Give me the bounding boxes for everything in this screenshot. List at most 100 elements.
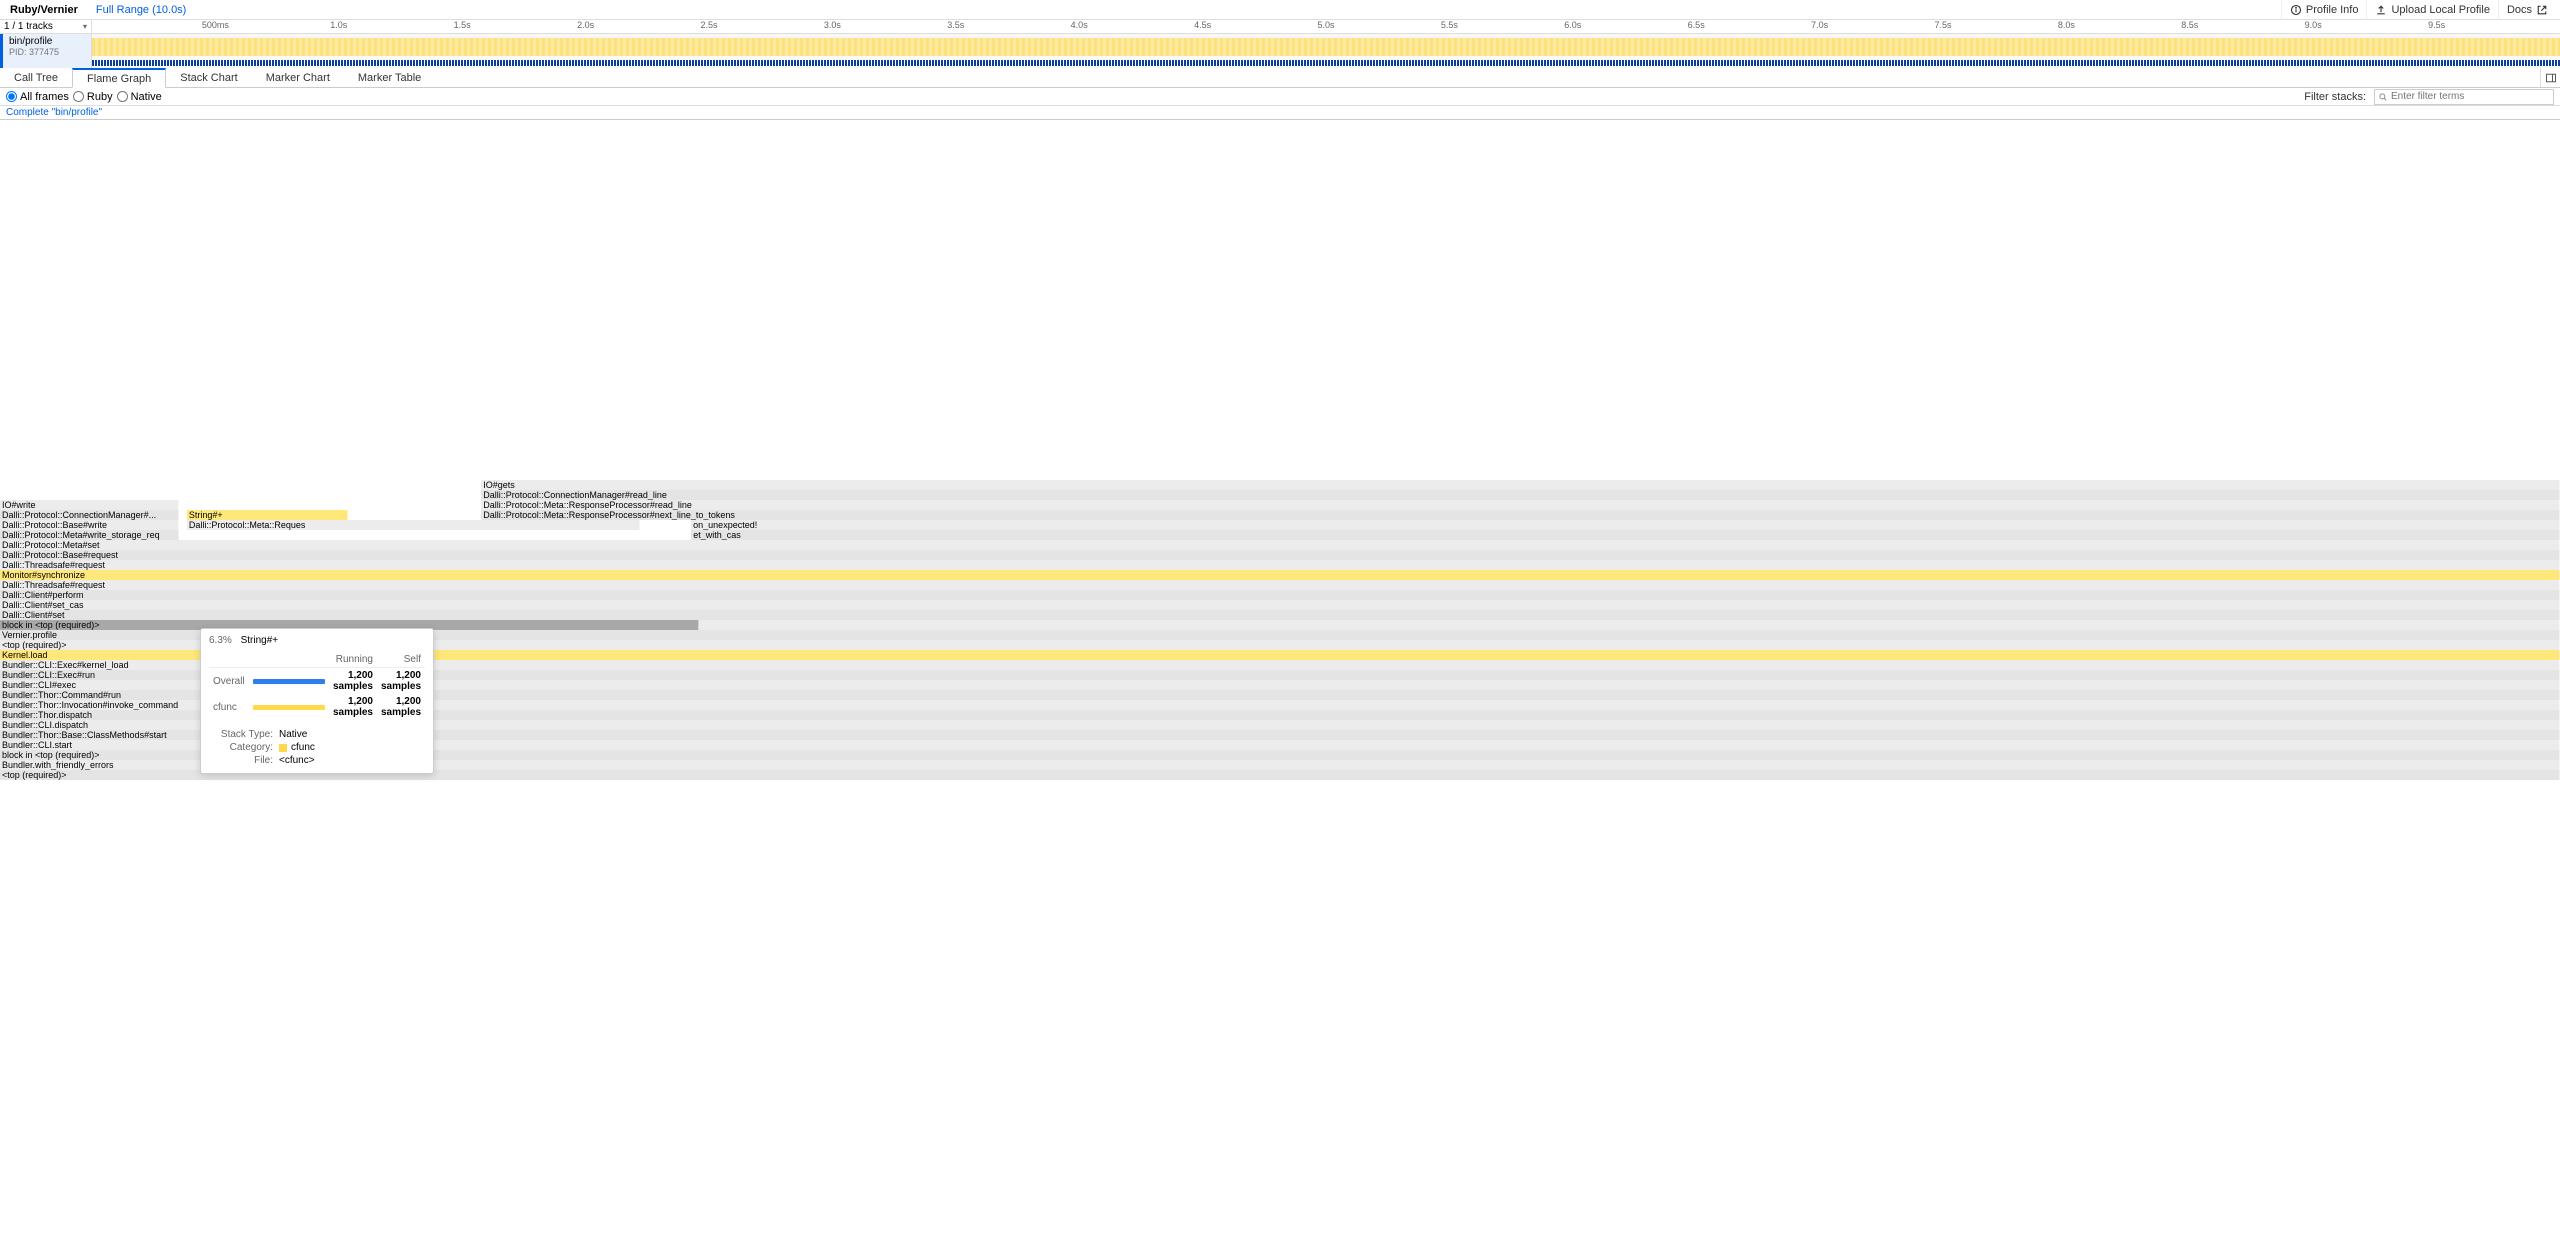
flame-row: IO#write Dalli::Protocol::Meta::ResponseP… (0, 500, 2560, 510)
flame-frame[interactable]: Dalli::Protocol::ConnectionManager#read_… (481, 490, 2560, 500)
flame-frame[interactable]: Dalli::Client#perform (0, 590, 2560, 600)
sidebar-toggle-button[interactable] (2540, 68, 2560, 87)
ruler-tick: 5.5s (1441, 20, 1458, 30)
ruler-tick: 9.0s (2305, 20, 2322, 30)
flame-row: Dalli::Threadsafe#request (0, 560, 2560, 570)
filter-radio[interactable] (117, 91, 128, 102)
flame-frame[interactable]: Dalli::Protocol::Base#write (0, 520, 179, 530)
ruler-tick: 7.0s (1811, 20, 1828, 30)
filter-row: All frames Ruby Native Filter stacks: (0, 88, 2560, 106)
ruler-tick: 6.5s (1688, 20, 1705, 30)
filter-stacks-label: Filter stacks: (2304, 91, 2366, 103)
ruler-tick: 3.5s (947, 20, 964, 30)
activity-band (92, 38, 2560, 56)
tooltip-row: Overall1,200 samples1,200 samples (209, 668, 425, 695)
ruler-tick: 8.0s (2058, 20, 2075, 30)
chevron-down-icon: ▾ (83, 22, 87, 31)
flame-row: Dalli::Client#perform (0, 590, 2560, 600)
flame-frame[interactable]: Dalli::Client#set (0, 610, 2560, 620)
ruler-tick: 500ms (202, 20, 229, 30)
ruler-tick: 4.5s (1194, 20, 1211, 30)
ruler-tick: 1.5s (454, 20, 471, 30)
flame-frame[interactable]: et_with_cas (691, 530, 2560, 540)
filter-search-box[interactable] (2374, 89, 2554, 105)
upload-icon (2375, 4, 2387, 16)
docs-button[interactable]: Docs (2498, 0, 2556, 20)
flame-frame[interactable]: Dalli::Threadsafe#request (0, 560, 2560, 570)
flame-row: Dalli::Protocol::Base#write Dalli::Protoc… (0, 520, 2560, 530)
filter-search-input[interactable] (2388, 91, 2550, 102)
flame-frame[interactable]: Dalli::Protocol::Meta::ResponseProcessor… (481, 500, 2560, 510)
tab-marker-chart[interactable]: Marker Chart (252, 68, 344, 87)
tab-call-tree[interactable]: Call Tree (0, 68, 72, 87)
filter-option-all-frames[interactable]: All frames (6, 91, 69, 103)
ruler-tick: 4.0s (1071, 20, 1088, 30)
ruler-tick: 3.0s (824, 20, 841, 30)
flame-frame[interactable]: Dalli::Client#set_cas (0, 600, 2560, 610)
filter-radio[interactable] (73, 91, 84, 102)
flame-frame[interactable] (699, 620, 2560, 630)
ruler-tick: 7.5s (1934, 20, 1951, 30)
flame-graph[interactable]: IO#getsDalli::Protocol::ConnectionManage… (0, 120, 2560, 780)
flame-row: Dalli::Client#set_cas (0, 600, 2560, 610)
filter-option-ruby[interactable]: Ruby (73, 91, 113, 103)
track-area: bin/profile PID: 377475 (0, 34, 2560, 68)
tooltip-row: cfunc1,200 samples1,200 samples (209, 694, 425, 720)
flame-row: IO#gets (0, 480, 2560, 490)
flame-frame[interactable]: String#+ (187, 510, 348, 520)
flame-frame[interactable]: Dalli::Protocol::Base#request (0, 550, 2560, 560)
ruler-tick: 8.5s (2181, 20, 2198, 30)
breadcrumb[interactable]: Complete "bin/profile" (0, 106, 2560, 120)
flame-frame[interactable]: Monitor#synchronize (0, 570, 2560, 580)
ruler-tick: 6.0s (1564, 20, 1581, 30)
flame-row: Dalli::Protocol::Base#request (0, 550, 2560, 560)
flame-row: Dalli::Protocol::ConnectionManager#... St… (0, 510, 2560, 520)
flame-frame[interactable]: on_unexpected! (691, 520, 2560, 530)
flame-frame[interactable]: IO#write (0, 500, 179, 510)
ruler-tick: 5.0s (1317, 20, 1334, 30)
info-icon (2290, 4, 2302, 16)
profile-info-button[interactable]: Profile Info (2281, 0, 2367, 20)
tooltip-percent: 6.3% (209, 635, 232, 646)
ruler-tick: 9.5s (2428, 20, 2445, 30)
filter-option-native[interactable]: Native (117, 91, 162, 103)
flame-frame[interactable]: Dalli::Protocol::Meta::Reques (187, 520, 640, 530)
flame-row: Dalli::Protocol::ConnectionManager#read_… (0, 490, 2560, 500)
flame-frame[interactable]: Dalli::Protocol::Meta::ResponseProcessor… (481, 510, 2560, 520)
timeline-ruler-row: 1 / 1 tracks ▾ 500ms 1.0s 1.5s 2.0s 2.5s 3.0s… (0, 20, 2560, 34)
flame-row: Dalli::Threadsafe#request (0, 580, 2560, 590)
tooltip-frame-name: String#+ (241, 635, 279, 646)
flame-frame[interactable]: Dalli::Protocol::ConnectionManager#... (0, 510, 179, 520)
app-name: Ruby/Vernier (4, 4, 84, 16)
tracks-selector[interactable]: 1 / 1 tracks ▾ (0, 20, 92, 33)
panel-icon (2545, 72, 2557, 84)
search-icon (2378, 92, 2388, 102)
frame-tooltip: 6.3% String#+ Running Self Overall1,200 … (200, 628, 434, 774)
flame-row: Dalli::Protocol::Meta#set (0, 540, 2560, 550)
track-label[interactable]: bin/profile PID: 377475 (0, 34, 92, 68)
external-link-icon (2536, 4, 2548, 16)
flame-row: Dalli::Protocol::Meta#write_storage_req e… (0, 530, 2560, 540)
upload-profile-button[interactable]: Upload Local Profile (2366, 0, 2497, 20)
ruler-tick: 1.0s (330, 20, 347, 30)
timeline-ruler[interactable]: 500ms 1.0s 1.5s 2.0s 2.5s 3.0s 3.5s 4.0s 4.5s 5.0… (92, 20, 2560, 33)
flame-frame[interactable]: IO#gets (481, 480, 2560, 490)
flame-frame[interactable]: Dalli::Protocol::Meta#write_storage_req (0, 530, 179, 540)
ruler-tick: 2.5s (700, 20, 717, 30)
marker-band (92, 60, 2560, 66)
panel-tabs: Call TreeFlame GraphStack ChartMarker Ch… (0, 68, 2560, 88)
flame-row: Monitor#synchronize (0, 570, 2560, 580)
flame-frame[interactable]: Dalli::Protocol::Meta#set (0, 540, 2560, 550)
flame-frame[interactable]: Dalli::Threadsafe#request (0, 580, 2560, 590)
flame-row (0, 470, 2560, 480)
tab-marker-table[interactable]: Marker Table (344, 68, 435, 87)
tab-stack-chart[interactable]: Stack Chart (166, 68, 251, 87)
category-swatch (279, 744, 287, 752)
range-link[interactable]: Full Range (10.0s) (96, 4, 187, 16)
ruler-tick: 2.0s (577, 20, 594, 30)
flame-row: Dalli::Client#set (0, 610, 2560, 620)
track-activity[interactable] (92, 34, 2560, 68)
tab-flame-graph[interactable]: Flame Graph (72, 68, 166, 88)
top-header: Ruby/Vernier Full Range (10.0s) Profile … (0, 0, 2560, 20)
filter-radio[interactable] (6, 91, 17, 102)
